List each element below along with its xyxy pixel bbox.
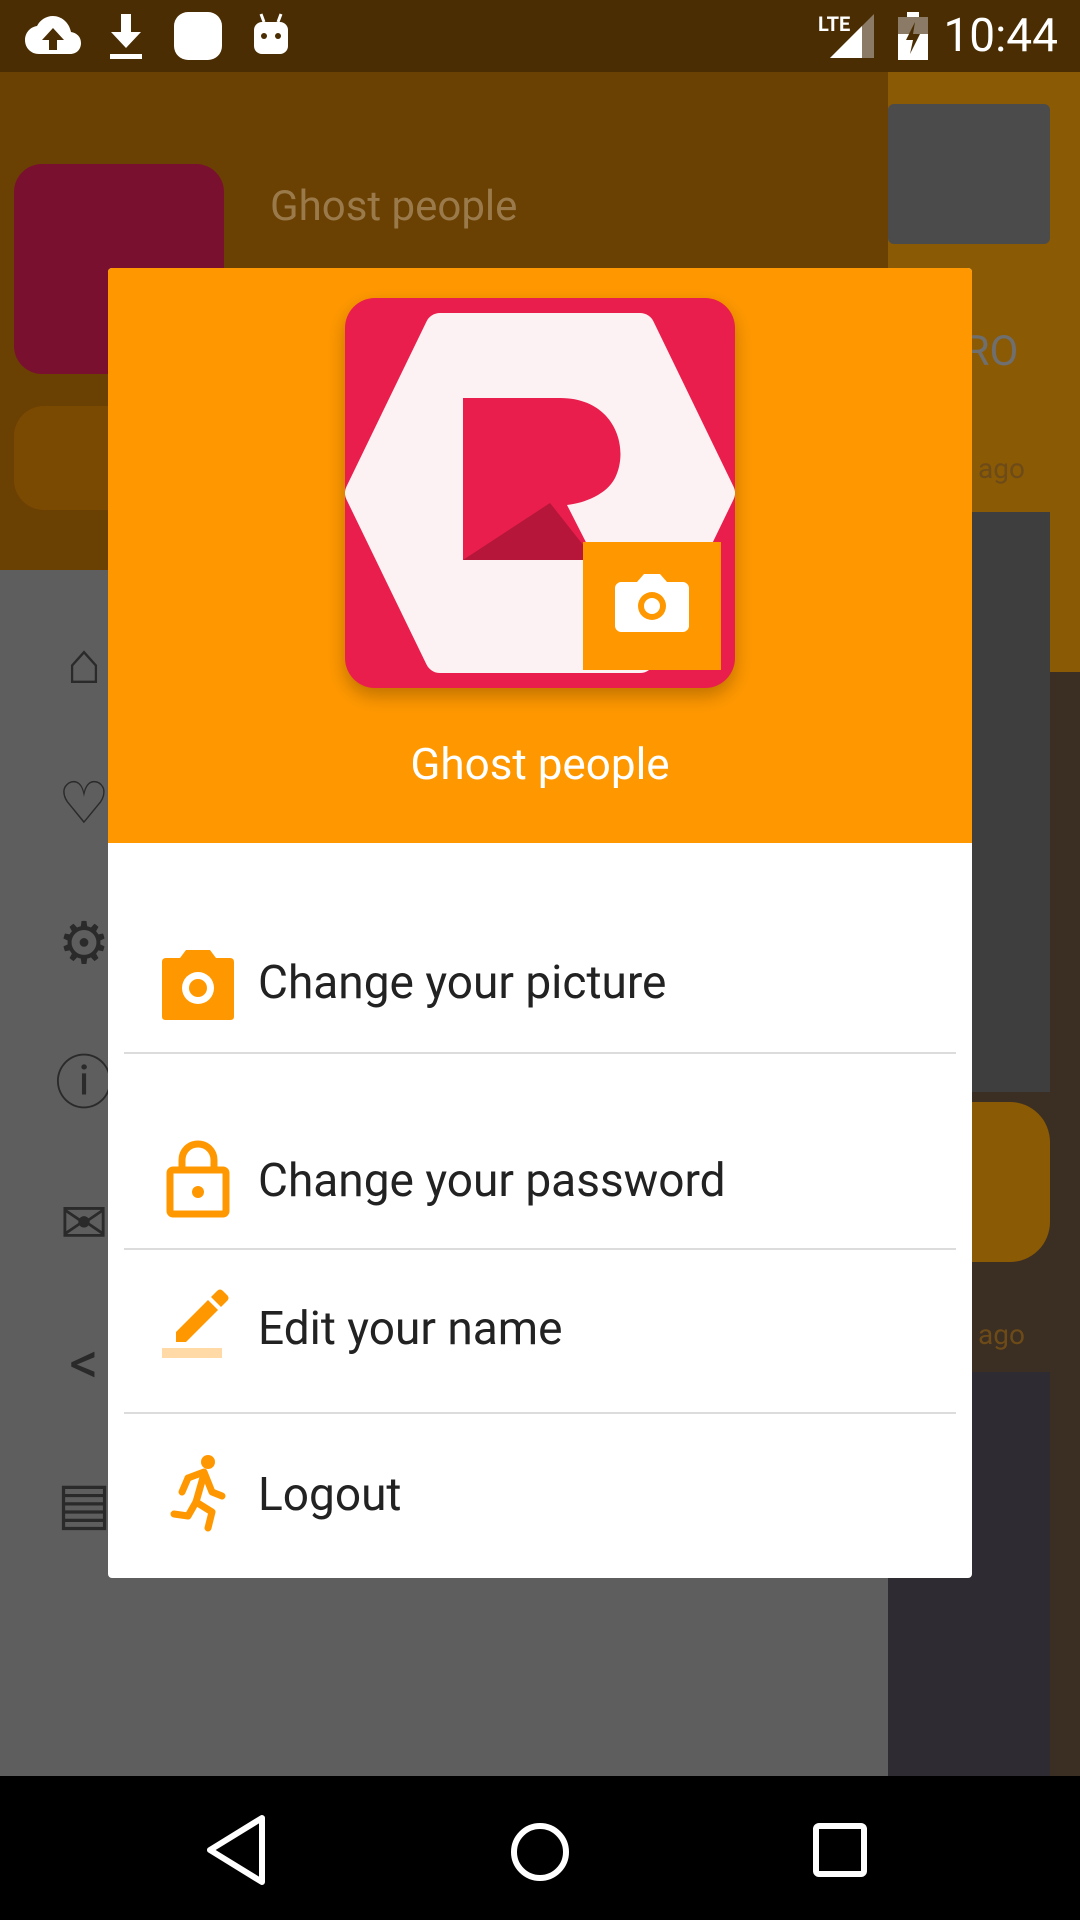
divider — [124, 1248, 956, 1250]
battery-icon — [898, 12, 928, 60]
home-icon[interactable] — [500, 1812, 580, 1892]
clock: 10:44 — [943, 9, 1058, 63]
account-dialog: Ghost people Change your picture Change … — [108, 268, 972, 1578]
dialog-title: Ghost people — [410, 738, 670, 790]
info-icon[interactable]: ⓘ — [52, 1052, 116, 1116]
background-search-card — [888, 104, 1050, 244]
logout-item[interactable]: Logout — [124, 1428, 956, 1578]
clipboard-icon[interactable]: ▤ — [52, 1472, 116, 1536]
app-icon — [174, 12, 222, 60]
camera-icon — [615, 574, 689, 632]
android-icon — [252, 12, 290, 56]
heart-icon[interactable]: ♡ — [52, 772, 116, 836]
pencil-icon — [158, 1282, 238, 1362]
signal-icon — [826, 14, 874, 58]
menu-item-label: Logout — [258, 1468, 402, 1522]
gear-icon[interactable]: ⚙ — [52, 912, 116, 976]
time-ago-label: ago — [978, 452, 1025, 485]
download-icon — [108, 14, 144, 60]
change-password-item[interactable]: Change your password — [124, 1116, 956, 1242]
camera-icon — [158, 944, 238, 1024]
share-icon[interactable]: < — [52, 1332, 116, 1396]
divider — [124, 1412, 956, 1414]
navigation-bar — [0, 1776, 1080, 1920]
change-picture-item[interactable]: Change your picture — [124, 920, 956, 1046]
back-icon[interactable] — [200, 1812, 280, 1888]
change-photo-button[interactable] — [583, 542, 721, 670]
cloud-upload-icon — [24, 14, 82, 58]
time-ago-label: ago — [978, 1318, 1025, 1351]
drawer-user-name: Ghost people — [270, 182, 518, 231]
status-bar: LTE 10:44 — [0, 0, 1080, 72]
lock-icon — [158, 1138, 238, 1218]
menu-item-label: Change your picture — [258, 956, 667, 1010]
menu-item-label: Change your password — [258, 1154, 726, 1208]
recents-icon[interactable] — [800, 1812, 880, 1892]
divider — [124, 1052, 956, 1054]
dialog-header: Ghost people — [108, 268, 972, 843]
edit-name-item[interactable]: Edit your name — [124, 1262, 956, 1412]
home-icon[interactable]: ⌂ — [52, 632, 116, 696]
menu-item-label: Edit your name — [258, 1302, 563, 1356]
run-icon — [158, 1452, 238, 1532]
mail-icon[interactable]: ✉ — [52, 1192, 116, 1256]
